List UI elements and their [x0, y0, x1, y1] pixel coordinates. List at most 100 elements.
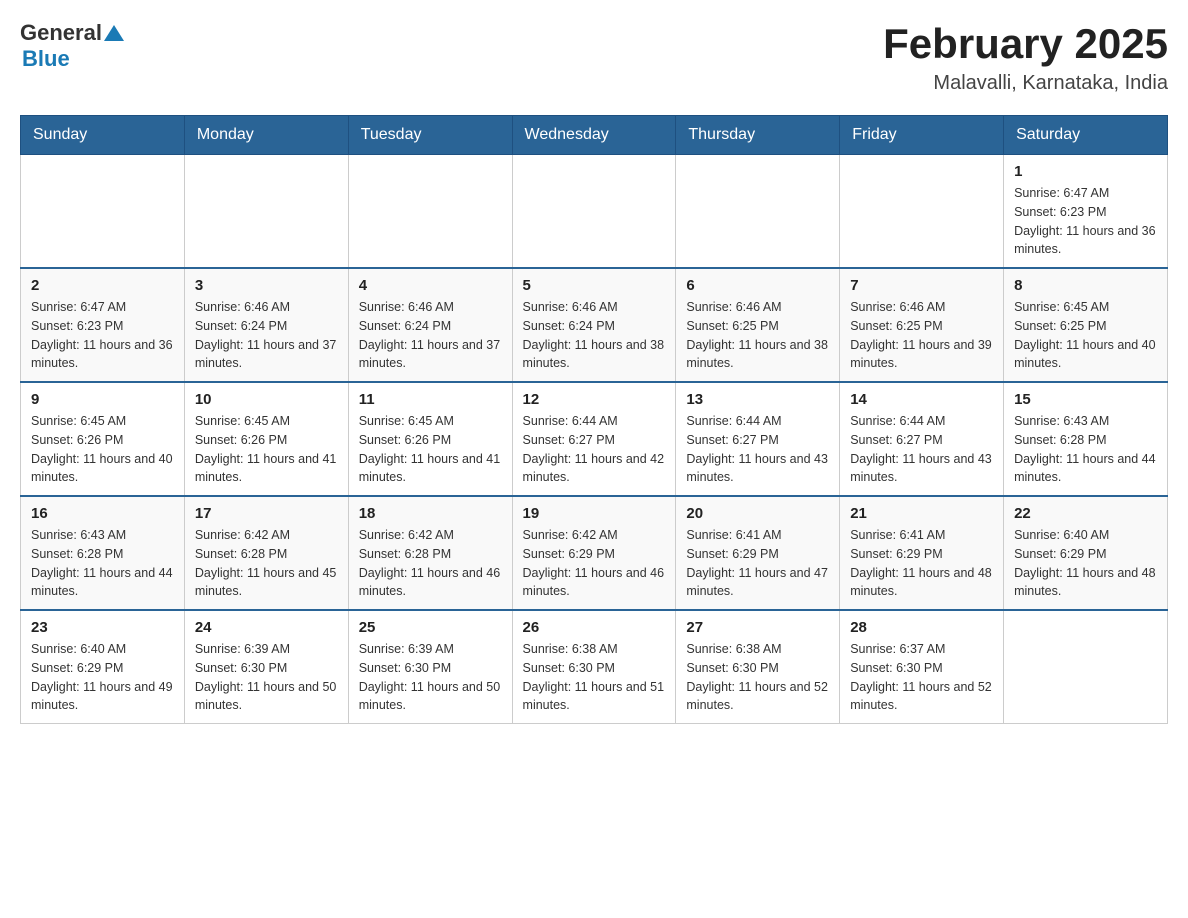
calendar-cell [21, 155, 185, 269]
logo-general-text: General [20, 20, 102, 46]
logo-blue-text: Blue [22, 46, 124, 72]
calendar-cell: 5 Sunrise: 6:46 AMSunset: 6:24 PMDaylight… [512, 268, 676, 382]
calendar-cell: 19Sunrise: 6:42 AMSunset: 6:29 PMDayligh… [512, 496, 676, 610]
day-info: Sunrise: 6:44 AMSunset: 6:27 PMDaylight:… [850, 412, 993, 487]
calendar-cell: 23Sunrise: 6:40 AMSunset: 6:29 PMDayligh… [21, 610, 185, 724]
day-number: 20 [686, 505, 829, 522]
calendar-cell: 24 Sunrise: 6:39 AMSunset: 6:30 PMDayligh… [184, 610, 348, 724]
day-number: 6 [686, 277, 829, 294]
calendar-header-thursday: Thursday [676, 116, 840, 155]
calendar-week-row: 16 Sunrise: 6:43 AMSunset: 6:28 PMDayligh… [21, 496, 1168, 610]
day-info: Sunrise: 6:46 AMSunset: 6:24 PMDaylight:… [523, 298, 666, 373]
calendar-cell [840, 155, 1004, 269]
day-number: 2 [31, 277, 174, 294]
calendar-subtitle: Malavalli, Karnataka, India [883, 72, 1168, 95]
day-number: 13 [686, 391, 829, 408]
calendar-cell: 11 Sunrise: 6:45 AMSunset: 6:26 PMDayligh… [348, 382, 512, 496]
day-info: Sunrise: 6:37 AMSunset: 6:30 PMDaylight:… [850, 640, 993, 715]
day-number: 4 [359, 277, 502, 294]
day-info: Sunrise: 6:44 AMSunset: 6:27 PMDaylight:… [686, 412, 829, 487]
day-info: Sunrise: 6:38 AMSunset: 6:30 PMDaylight:… [686, 640, 829, 715]
calendar-week-row: 23Sunrise: 6:40 AMSunset: 6:29 PMDayligh… [21, 610, 1168, 724]
calendar-header-sunday: Sunday [21, 116, 185, 155]
calendar-cell: 4 Sunrise: 6:46 AMSunset: 6:24 PMDaylight… [348, 268, 512, 382]
day-number: 28 [850, 619, 993, 636]
calendar-week-row: 1Sunrise: 6:47 AMSunset: 6:23 PMDaylight… [21, 155, 1168, 269]
day-number: 16 [31, 505, 174, 522]
day-info: Sunrise: 6:45 AMSunset: 6:25 PMDaylight:… [1014, 298, 1157, 373]
title-section: February 2025 Malavalli, Karnataka, Indi… [883, 20, 1168, 95]
calendar-header-wednesday: Wednesday [512, 116, 676, 155]
calendar-header-row: SundayMondayTuesdayWednesdayThursdayFrid… [21, 116, 1168, 155]
calendar-cell: 25 Sunrise: 6:39 AMSunset: 6:30 PMDayligh… [348, 610, 512, 724]
day-number: 10 [195, 391, 338, 408]
day-info: Sunrise: 6:45 AMSunset: 6:26 PMDaylight:… [31, 412, 174, 487]
day-number: 5 [523, 277, 666, 294]
day-number: 11 [359, 391, 502, 408]
logo-triangle-icon [104, 23, 124, 43]
calendar-cell [184, 155, 348, 269]
calendar-cell: 26 Sunrise: 6:38 AMSunset: 6:30 PMDayligh… [512, 610, 676, 724]
day-info: Sunrise: 6:41 AMSunset: 6:29 PMDaylight:… [850, 526, 993, 601]
day-info: Sunrise: 6:45 AMSunset: 6:26 PMDaylight:… [359, 412, 502, 487]
day-number: 15 [1014, 391, 1157, 408]
day-number: 27 [686, 619, 829, 636]
day-info: Sunrise: 6:46 AMSunset: 6:24 PMDaylight:… [195, 298, 338, 373]
calendar-cell [512, 155, 676, 269]
day-info: Sunrise: 6:46 AMSunset: 6:25 PMDaylight:… [850, 298, 993, 373]
calendar-cell [348, 155, 512, 269]
day-number: 8 [1014, 277, 1157, 294]
day-number: 25 [359, 619, 502, 636]
calendar-cell: 6 Sunrise: 6:46 AMSunset: 6:25 PMDaylight… [676, 268, 840, 382]
day-info: Sunrise: 6:39 AMSunset: 6:30 PMDaylight:… [195, 640, 338, 715]
day-number: 24 [195, 619, 338, 636]
calendar-cell: 7Sunrise: 6:46 AMSunset: 6:25 PMDaylight… [840, 268, 1004, 382]
page-header: General Blue February 2025 Malavalli, Ka… [20, 20, 1168, 95]
calendar-header-saturday: Saturday [1004, 116, 1168, 155]
day-number: 1 [1014, 163, 1157, 180]
day-info: Sunrise: 6:46 AMSunset: 6:25 PMDaylight:… [686, 298, 829, 373]
calendar-cell: 2 Sunrise: 6:47 AMSunset: 6:23 PMDaylight… [21, 268, 185, 382]
day-number: 9 [31, 391, 174, 408]
day-info: Sunrise: 6:45 AMSunset: 6:26 PMDaylight:… [195, 412, 338, 487]
calendar-cell: 22Sunrise: 6:40 AMSunset: 6:29 PMDayligh… [1004, 496, 1168, 610]
day-info: Sunrise: 6:42 AMSunset: 6:28 PMDaylight:… [359, 526, 502, 601]
calendar-cell: 3 Sunrise: 6:46 AMSunset: 6:24 PMDaylight… [184, 268, 348, 382]
day-info: Sunrise: 6:39 AMSunset: 6:30 PMDaylight:… [359, 640, 502, 715]
day-info: Sunrise: 6:46 AMSunset: 6:24 PMDaylight:… [359, 298, 502, 373]
day-number: 18 [359, 505, 502, 522]
day-number: 17 [195, 505, 338, 522]
day-info: Sunrise: 6:43 AMSunset: 6:28 PMDaylight:… [31, 526, 174, 601]
calendar-cell: 20 Sunrise: 6:41 AMSunset: 6:29 PMDayligh… [676, 496, 840, 610]
day-info: Sunrise: 6:41 AMSunset: 6:29 PMDaylight:… [686, 526, 829, 601]
day-info: Sunrise: 6:40 AMSunset: 6:29 PMDaylight:… [31, 640, 174, 715]
calendar-cell: 12 Sunrise: 6:44 AMSunset: 6:27 PMDayligh… [512, 382, 676, 496]
calendar-cell: 16 Sunrise: 6:43 AMSunset: 6:28 PMDayligh… [21, 496, 185, 610]
day-info: Sunrise: 6:38 AMSunset: 6:30 PMDaylight:… [523, 640, 666, 715]
calendar-cell: 9 Sunrise: 6:45 AMSunset: 6:26 PMDaylight… [21, 382, 185, 496]
calendar-cell: 8 Sunrise: 6:45 AMSunset: 6:25 PMDaylight… [1004, 268, 1168, 382]
day-number: 3 [195, 277, 338, 294]
calendar-week-row: 2 Sunrise: 6:47 AMSunset: 6:23 PMDaylight… [21, 268, 1168, 382]
day-info: Sunrise: 6:40 AMSunset: 6:29 PMDaylight:… [1014, 526, 1157, 601]
calendar-cell: 17 Sunrise: 6:42 AMSunset: 6:28 PMDayligh… [184, 496, 348, 610]
day-info: Sunrise: 6:43 AMSunset: 6:28 PMDaylight:… [1014, 412, 1157, 487]
calendar-cell: 1Sunrise: 6:47 AMSunset: 6:23 PMDaylight… [1004, 155, 1168, 269]
calendar-cell: 21Sunrise: 6:41 AMSunset: 6:29 PMDayligh… [840, 496, 1004, 610]
day-number: 26 [523, 619, 666, 636]
calendar-cell: 18 Sunrise: 6:42 AMSunset: 6:28 PMDayligh… [348, 496, 512, 610]
calendar-cell [676, 155, 840, 269]
day-number: 12 [523, 391, 666, 408]
calendar-header-monday: Monday [184, 116, 348, 155]
day-info: Sunrise: 6:44 AMSunset: 6:27 PMDaylight:… [523, 412, 666, 487]
calendar-cell: 15 Sunrise: 6:43 AMSunset: 6:28 PMDayligh… [1004, 382, 1168, 496]
calendar-cell: 10 Sunrise: 6:45 AMSunset: 6:26 PMDayligh… [184, 382, 348, 496]
calendar-cell: 27 Sunrise: 6:38 AMSunset: 6:30 PMDayligh… [676, 610, 840, 724]
day-info: Sunrise: 6:47 AMSunset: 6:23 PMDaylight:… [31, 298, 174, 373]
calendar-header-tuesday: Tuesday [348, 116, 512, 155]
day-info: Sunrise: 6:42 AMSunset: 6:28 PMDaylight:… [195, 526, 338, 601]
day-number: 14 [850, 391, 993, 408]
calendar-title: February 2025 [883, 20, 1168, 68]
calendar-header-friday: Friday [840, 116, 1004, 155]
calendar-week-row: 9 Sunrise: 6:45 AMSunset: 6:26 PMDaylight… [21, 382, 1168, 496]
